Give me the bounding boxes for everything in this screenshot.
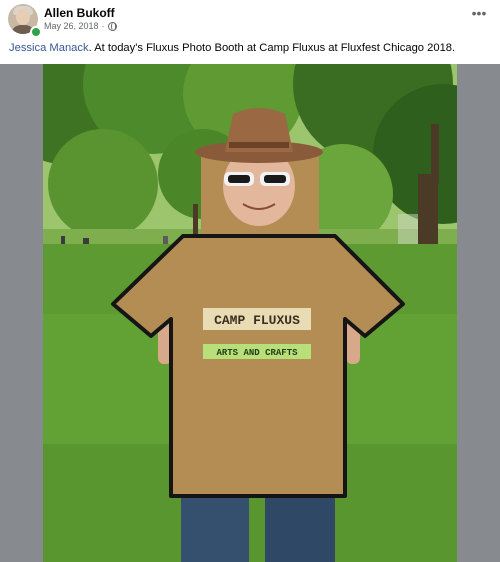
post-date[interactable]: May 26, 2018 [44,21,99,31]
post-body: . At today's Fluxus Photo Booth at Camp … [88,42,456,54]
post-header: Allen Bukoff May 26, 2018 · ••• [0,0,500,38]
meta-separator: · [101,21,105,31]
online-status-icon [30,26,42,38]
photo-frame[interactable]: CAMP FLUXUS ARTS AND CRAFTS [0,64,500,562]
post-photo[interactable]: CAMP FLUXUS ARTS AND CRAFTS [43,64,457,562]
post-meta: May 26, 2018 · [44,21,117,31]
author-name[interactable]: Allen Bukoff [44,6,115,20]
post-text: Jessica Manack. At today's Fluxus Photo … [9,42,494,54]
more-options-button[interactable]: ••• [468,6,490,24]
mention-link[interactable]: Jessica Manack [9,42,89,54]
sign-title: CAMP FLUXUS [214,313,300,328]
globe-icon [107,21,117,31]
sign-subtitle: ARTS AND CRAFTS [216,348,298,358]
